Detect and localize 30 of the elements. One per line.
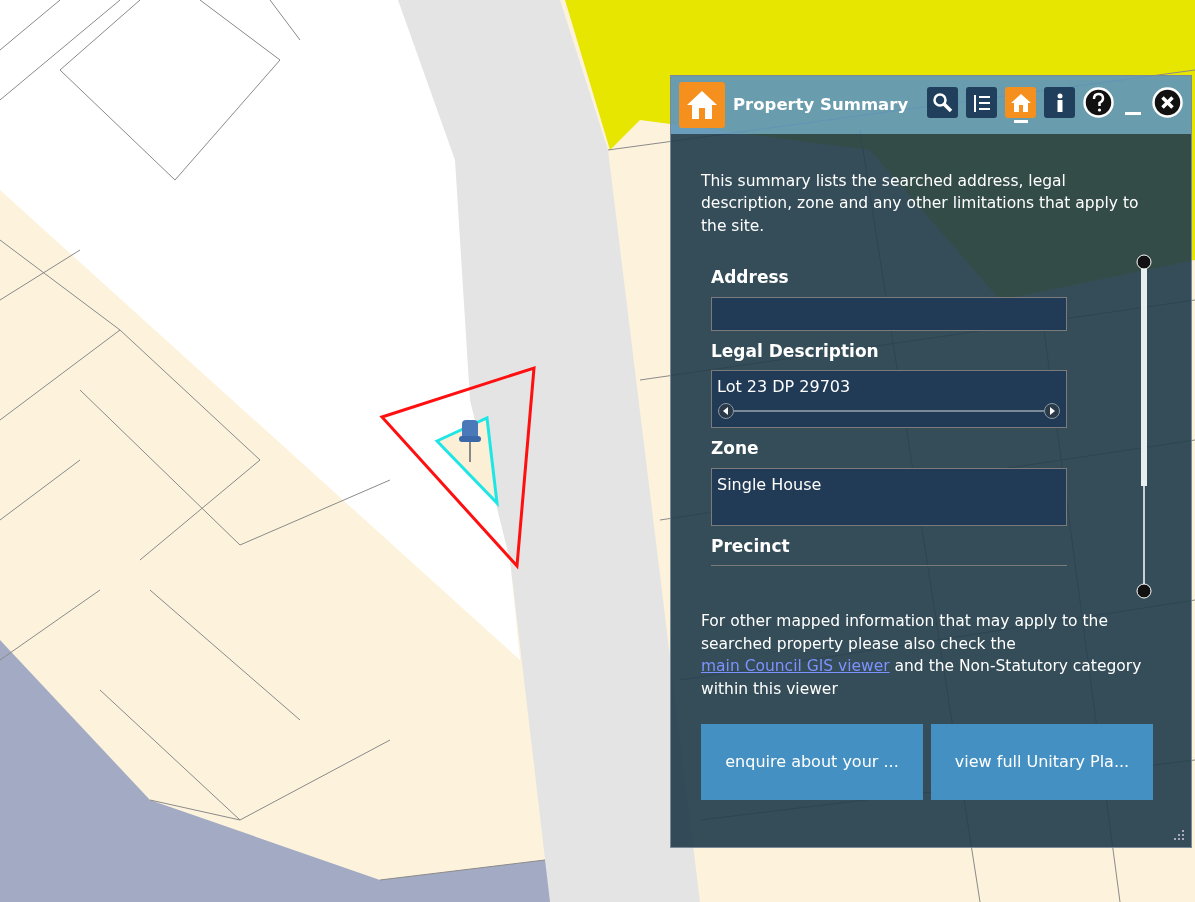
horizontal-scrollbar[interactable]: [717, 402, 1061, 421]
intro-text: This summary lists the searched address, legal description, zone and any other limitations that apply to the site.: [701, 171, 1140, 237]
gis-viewer-link[interactable]: main Council GIS viewer: [701, 657, 890, 676]
help-icon: [1083, 87, 1114, 118]
magnifier-button[interactable]: [927, 87, 958, 118]
list-button[interactable]: [966, 87, 997, 118]
info-button[interactable]: [1044, 87, 1075, 118]
field-value: Single House: [717, 473, 823, 496]
panel-title: Property Summary: [733, 93, 909, 116]
help-button[interactable]: [1083, 87, 1114, 118]
field-label: Precinct: [711, 534, 791, 558]
field-box[interactable]: Lot 23 DP 29703: [711, 370, 1067, 429]
field-box[interactable]: [711, 296, 1067, 331]
field-label: Address: [711, 266, 790, 290]
vertical-scrollbar[interactable]: [1136, 254, 1152, 599]
field-value: Lot 23 DP 29703: [717, 376, 852, 399]
minimize-icon: [1125, 111, 1141, 116]
close-button[interactable]: [1152, 87, 1183, 118]
close-icon: [1152, 87, 1183, 118]
house-icon: [679, 82, 725, 128]
pushpin-icon: [459, 420, 481, 463]
field-label: Zone: [711, 437, 760, 461]
field-label: Legal Description: [711, 339, 880, 363]
footer-text: For other mapped information that may apply to the searched property please also check the main Council GIS viewer and the Non-Statutory category within this viewer: [701, 611, 1143, 700]
house-icon: [1009, 91, 1032, 114]
magnifier-icon: [931, 91, 954, 114]
action-button[interactable]: view full Unitary Pla...: [931, 724, 1153, 801]
resize-grip-icon[interactable]: [1173, 829, 1185, 841]
action-button[interactable]: enquire about your ...: [701, 724, 923, 801]
field-box[interactable]: Single House: [711, 467, 1067, 526]
